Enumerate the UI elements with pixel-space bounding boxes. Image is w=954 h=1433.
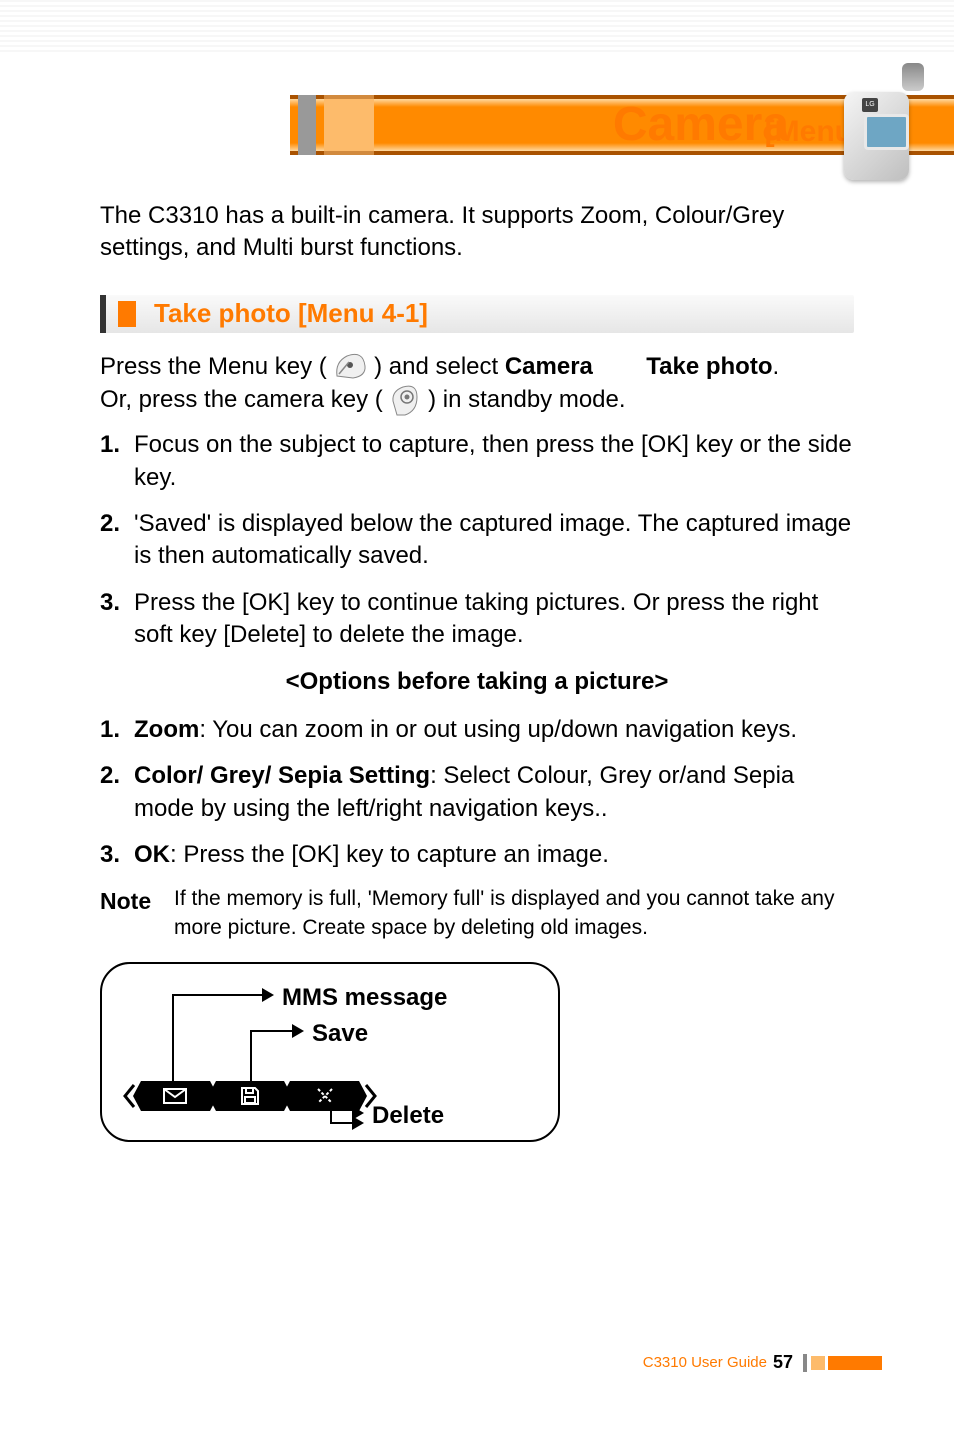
header-grey-tab <box>298 95 316 155</box>
step-3: 3. Press the [OK] key to continue taking… <box>100 587 854 652</box>
lead-line2a: Or, press the camera key ( <box>100 386 383 413</box>
x-icon <box>314 1085 336 1107</box>
step-num-2: 2. <box>100 508 134 573</box>
section-title: Take photo [Menu 4-1] <box>136 296 428 331</box>
section-heading: Take photo [Menu 4-1] <box>100 295 854 333</box>
lead-camera-word: Camera <box>505 353 593 380</box>
footer-divider <box>803 1354 807 1372</box>
step-text-1: Focus on the subject to capture, then pr… <box>134 429 854 494</box>
option-label-1: Zoom <box>134 716 199 743</box>
note: Note If the memory is full, 'Memory full… <box>100 885 854 942</box>
lead-line2b: ) in standby mode. <box>428 386 625 413</box>
diagram-delete-label: Delete <box>372 1100 444 1132</box>
lead-part1: Press the Menu key ( <box>100 353 327 380</box>
option-1: 1. Zoom: You can zoom in or out using up… <box>100 714 854 746</box>
header-white-left <box>0 95 290 155</box>
option-2: 2. Color/ Grey/ Sepia Setting: Select Co… <box>100 760 854 825</box>
note-text: If the memory is full, 'Memory full' is … <box>174 885 854 942</box>
phone-logo: LG <box>862 98 878 112</box>
icon-bar <box>120 1078 380 1114</box>
step-num-1: 1. <box>100 429 134 494</box>
option-label-2: Color/ Grey/ Sepia Setting <box>134 762 430 789</box>
floppy-icon <box>239 1085 261 1107</box>
page: Camera [Menu 4] LG The C3310 has a built… <box>0 0 954 1433</box>
header-bar: Camera [Menu 4] <box>0 95 954 155</box>
lead-period: . <box>772 353 779 380</box>
step-1: 1. Focus on the subject to capture, then… <box>100 429 854 494</box>
option-text-1: : You can zoom in or out using up/down n… <box>199 716 797 743</box>
note-label: Note <box>100 885 174 917</box>
option-num-2: 2. <box>100 760 134 825</box>
camerakey-icon <box>389 383 421 417</box>
options-title: <Options before taking a picture> <box>100 666 854 698</box>
softkey-icon <box>333 352 367 380</box>
steps-list: 1. Focus on the subject to capture, then… <box>100 429 854 651</box>
footer-square-2 <box>828 1356 842 1370</box>
options-list: 1. Zoom: You can zoom in or out using up… <box>100 714 854 872</box>
step-text-3: Press the [OK] key to continue taking pi… <box>134 587 854 652</box>
footer-page: 57 <box>773 1352 793 1373</box>
phone-icon: LG <box>834 60 924 180</box>
option-num-1: 1. <box>100 714 134 746</box>
footer-guide: C3310 User Guide <box>643 1354 767 1371</box>
step-2: 2. 'Saved' is displayed below the captur… <box>100 508 854 573</box>
option-text-3: : Press the [OK] key to capture an image… <box>170 841 609 868</box>
delete-tab-icon <box>290 1081 359 1111</box>
lead-paragraph: Press the Menu key ( ) and select Camera… <box>100 351 854 417</box>
step-num-3: 3. <box>100 587 134 652</box>
option-label-3: OK <box>134 841 170 868</box>
page-title: Camera <box>613 97 789 152</box>
header-light-tab <box>324 95 374 155</box>
decorative-stripes <box>0 0 954 55</box>
footer-tail <box>842 1356 882 1370</box>
mms-tab-icon <box>141 1081 210 1111</box>
step-text-2: 'Saved' is displayed below the captured … <box>134 508 854 573</box>
diagram-save-label: Save <box>312 1018 368 1050</box>
option-num-3: 3. <box>100 839 134 871</box>
diagram-mms-label: MMS message <box>282 982 447 1014</box>
lead-take-photo: Take photo <box>646 353 772 380</box>
footer-square-1 <box>811 1356 825 1370</box>
diagram: MMS message Save Delete .dummy{} <box>100 962 560 1142</box>
option-3: 3. OK: Press the [OK] key to capture an … <box>100 839 854 871</box>
envelope-icon <box>162 1087 188 1105</box>
footer: C3310 User Guide 57 <box>643 1352 882 1373</box>
content: The C3310 has a built-in camera. It supp… <box>100 200 854 1142</box>
save-tab-icon <box>216 1081 285 1111</box>
lead-part2: ) and select <box>374 353 505 380</box>
intro-text: The C3310 has a built-in camera. It supp… <box>100 200 854 265</box>
